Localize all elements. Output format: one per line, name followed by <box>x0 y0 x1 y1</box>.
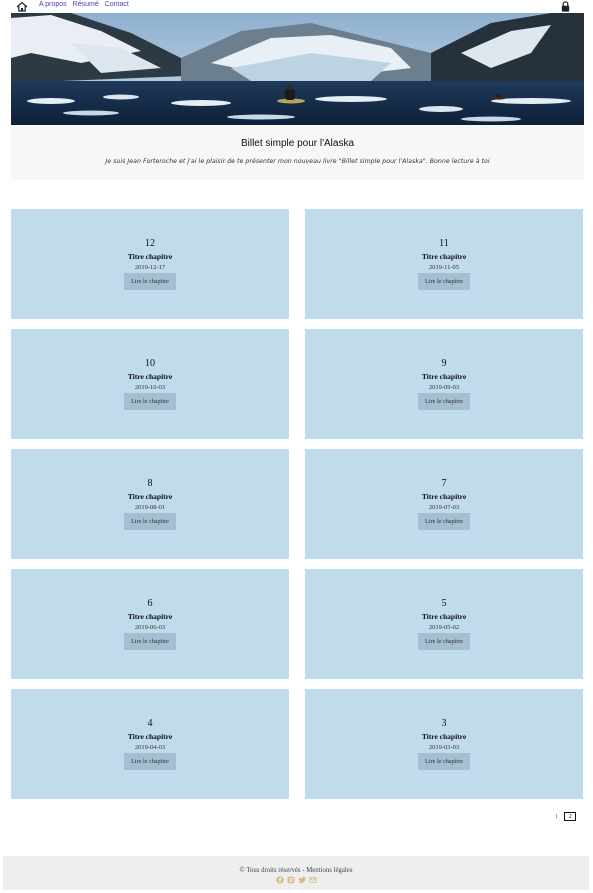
read-chapter-button[interactable]: Lire le chapitre <box>418 753 470 770</box>
chapter-date: 2019-07-03 <box>428 504 460 511</box>
page-title: Billet simple pour l'Alaska <box>240 138 355 149</box>
chapter-number: 4 <box>147 718 153 729</box>
alaska-glacier-image <box>11 13 584 125</box>
chapter-title: Titre chapitre <box>421 612 467 621</box>
chapter-date: 2019-04-03 <box>134 744 166 751</box>
legal-notice-link[interactable]: Mentions légales <box>306 867 352 874</box>
twitter-icon[interactable] <box>297 876 306 884</box>
nav-link-a-propos[interactable]: A propos <box>39 1 67 8</box>
chapter-number: 9 <box>441 358 447 369</box>
chapter-title: Titre chapitre <box>421 732 467 741</box>
instagram-icon[interactable] <box>287 876 295 884</box>
chapter-title: Titre chapitre <box>421 372 467 381</box>
read-chapter-button[interactable]: Lire le chapitre <box>124 273 176 290</box>
page-link-current[interactable]: 2 <box>564 812 577 821</box>
chapter-date: 2019-06-03 <box>134 624 166 631</box>
nav-link-contact[interactable]: Contact <box>105 1 129 8</box>
footer: © Tous droits réservés - Mentions légale… <box>3 856 589 890</box>
chapter-number: 12 <box>145 238 155 249</box>
chapter-title: Titre chapitre <box>421 252 467 261</box>
chapter-date: 2019-09-03 <box>428 384 460 391</box>
copyright-text: © Tous droits réservés <box>239 867 301 874</box>
lock-icon[interactable] <box>561 1 570 12</box>
hero-banner <box>11 13 584 125</box>
read-chapter-button[interactable]: Lire le chapitre <box>418 393 470 410</box>
chapter-number: 5 <box>441 598 447 609</box>
read-chapter-button[interactable]: Lire le chapitre <box>124 753 176 770</box>
read-chapter-button[interactable]: Lire le chapitre <box>124 633 176 650</box>
nav-link-resume[interactable]: Résumé <box>73 1 99 8</box>
read-chapter-button[interactable]: Lire le chapitre <box>418 513 470 530</box>
chapter-title: Titre chapitre <box>421 492 467 501</box>
read-chapter-button[interactable]: Lire le chapitre <box>418 273 470 290</box>
chapter-number: 10 <box>145 358 155 369</box>
chapter-date: 2019-10-03 <box>134 384 166 391</box>
chapter-date: 2019-05-02 <box>428 624 460 631</box>
read-chapter-button[interactable]: Lire le chapitre <box>124 393 176 410</box>
mail-icon[interactable] <box>308 876 317 884</box>
chapter-title: Titre chapitre <box>127 492 173 501</box>
chapter-number: 7 <box>441 478 447 489</box>
chapter-title: Titre chapitre <box>127 372 173 381</box>
chapter-date: 2019-03-03 <box>428 744 460 751</box>
chapter-title: Titre chapitre <box>127 252 173 261</box>
page-link-1[interactable]: 1 <box>555 813 558 820</box>
read-chapter-button[interactable]: Lire le chapitre <box>418 633 470 650</box>
chapter-card: 11 Titre chapitre 2019-11-05 Lire le cha… <box>305 209 583 319</box>
chapter-card: 4 Titre chapitre 2019-04-03 Lire le chap… <box>11 689 289 799</box>
facebook-icon[interactable] <box>275 876 284 884</box>
chapter-date: 2019-12-17 <box>134 264 166 271</box>
chapter-card: 12 Titre chapitre 2019-12-17 Lire le cha… <box>11 209 289 319</box>
chapter-card: 10 Titre chapitre 2019-10-03 Lire le cha… <box>11 329 289 439</box>
chapter-card: 9 Titre chapitre 2019-09-03 Lire le chap… <box>305 329 583 439</box>
intro-text: Je suis Jean Forteroche et j'ai le plais… <box>105 158 490 165</box>
intro-section: Billet simple pour l'Alaska Je suis Jean… <box>11 125 584 180</box>
chapter-title: Titre chapitre <box>127 732 173 741</box>
chapter-grid: 12 Titre chapitre 2019-12-17 Lire le cha… <box>11 209 583 799</box>
chapter-number: 8 <box>147 478 153 489</box>
chapter-card: 6 Titre chapitre 2019-06-03 Lire le chap… <box>11 569 289 679</box>
chapter-card: 7 Titre chapitre 2019-07-03 Lire le chap… <box>305 449 583 559</box>
chapter-date: 2019-11-05 <box>428 264 460 271</box>
home-icon[interactable] <box>16 1 28 12</box>
pagination: 1 2 <box>555 812 577 821</box>
chapter-number: 3 <box>441 718 447 729</box>
chapter-card: 5 Titre chapitre 2019-05-02 Lire le chap… <box>305 569 583 679</box>
read-chapter-button[interactable]: Lire le chapitre <box>124 513 176 530</box>
footer-text: © Tous droits réservés - Mentions légale… <box>3 867 589 874</box>
chapter-number: 11 <box>439 238 449 249</box>
top-navigation: A propos Résumé Contact <box>0 0 593 13</box>
nav-links: A propos Résumé Contact <box>39 1 129 8</box>
chapter-date: 2019-08-01 <box>134 504 166 511</box>
chapter-card: 8 Titre chapitre 2019-08-01 Lire le chap… <box>11 449 289 559</box>
chapter-card: 3 Titre chapitre 2019-03-03 Lire le chap… <box>305 689 583 799</box>
social-links <box>3 876 589 884</box>
chapter-title: Titre chapitre <box>127 612 173 621</box>
chapter-number: 6 <box>147 598 153 609</box>
